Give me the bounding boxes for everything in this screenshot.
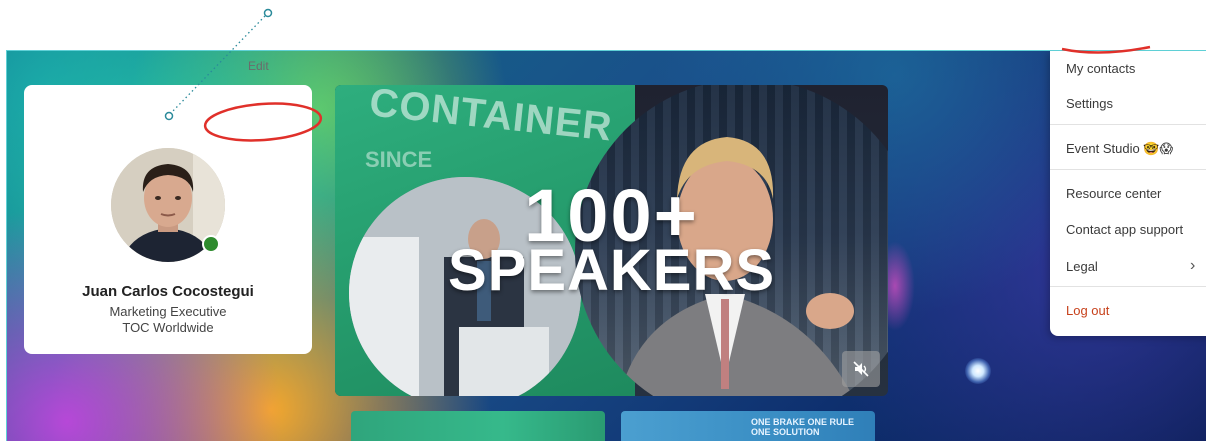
online-status-indicator bbox=[202, 235, 220, 253]
mute-button[interactable] bbox=[842, 351, 880, 387]
menu-divider bbox=[1050, 124, 1206, 125]
speaker-muted-icon bbox=[853, 361, 869, 377]
menu-item-event-studio[interactable]: Event Studio 🤓😱 bbox=[1066, 141, 1173, 157]
annotation-top-marker bbox=[263, 8, 273, 18]
chevron-right-icon: › bbox=[1190, 257, 1196, 274]
content-thumbnail-2[interactable]: ONE BRAKE ONE RULE ONE SOLUTION bbox=[621, 411, 875, 441]
hero-video[interactable]: CONTAINER SINCE 100+ SPEAKERS bbox=[335, 85, 888, 396]
profile-role: Marketing Executive bbox=[109, 304, 227, 319]
background-light-dot bbox=[965, 358, 991, 384]
app-window: Juan Carlos Cocostegui Marketing Executi… bbox=[6, 50, 1206, 441]
menu-item-settings[interactable]: Settings bbox=[1066, 96, 1113, 111]
edit-profile-link[interactable]: Edit bbox=[248, 59, 269, 73]
hero-title-word: SPEAKERS bbox=[447, 238, 776, 303]
menu-divider bbox=[1050, 169, 1206, 170]
profile-company: TOC Worldwide bbox=[122, 320, 214, 335]
thumbnail-2-caption: ONE BRAKE ONE RULE ONE SOLUTION bbox=[751, 417, 855, 437]
menu-item-resource-center[interactable]: Resource center bbox=[1066, 186, 1161, 201]
profile-card: Juan Carlos Cocostegui Marketing Executi… bbox=[24, 85, 312, 354]
menu-item-my-contacts[interactable]: My contacts bbox=[1066, 61, 1135, 76]
menu-item-log-out[interactable]: Log out bbox=[1066, 303, 1109, 318]
menu-divider bbox=[1050, 286, 1206, 287]
menu-item-legal[interactable]: Legal bbox=[1066, 259, 1098, 274]
menu-item-contact-app-support[interactable]: Contact app support bbox=[1066, 222, 1183, 237]
profile-name: Juan Carlos Cocostegui bbox=[82, 283, 254, 300]
menu-item-event-studio-label: Event Studio bbox=[1066, 141, 1140, 156]
event-studio-emoji-icon: 🤓😱 bbox=[1143, 142, 1174, 157]
content-thumbnail-1[interactable] bbox=[351, 411, 605, 441]
hero-backdrop-subtext: SINCE bbox=[365, 147, 433, 172]
user-menu: My contacts Settings Event Studio 🤓😱 Res… bbox=[1050, 51, 1206, 336]
